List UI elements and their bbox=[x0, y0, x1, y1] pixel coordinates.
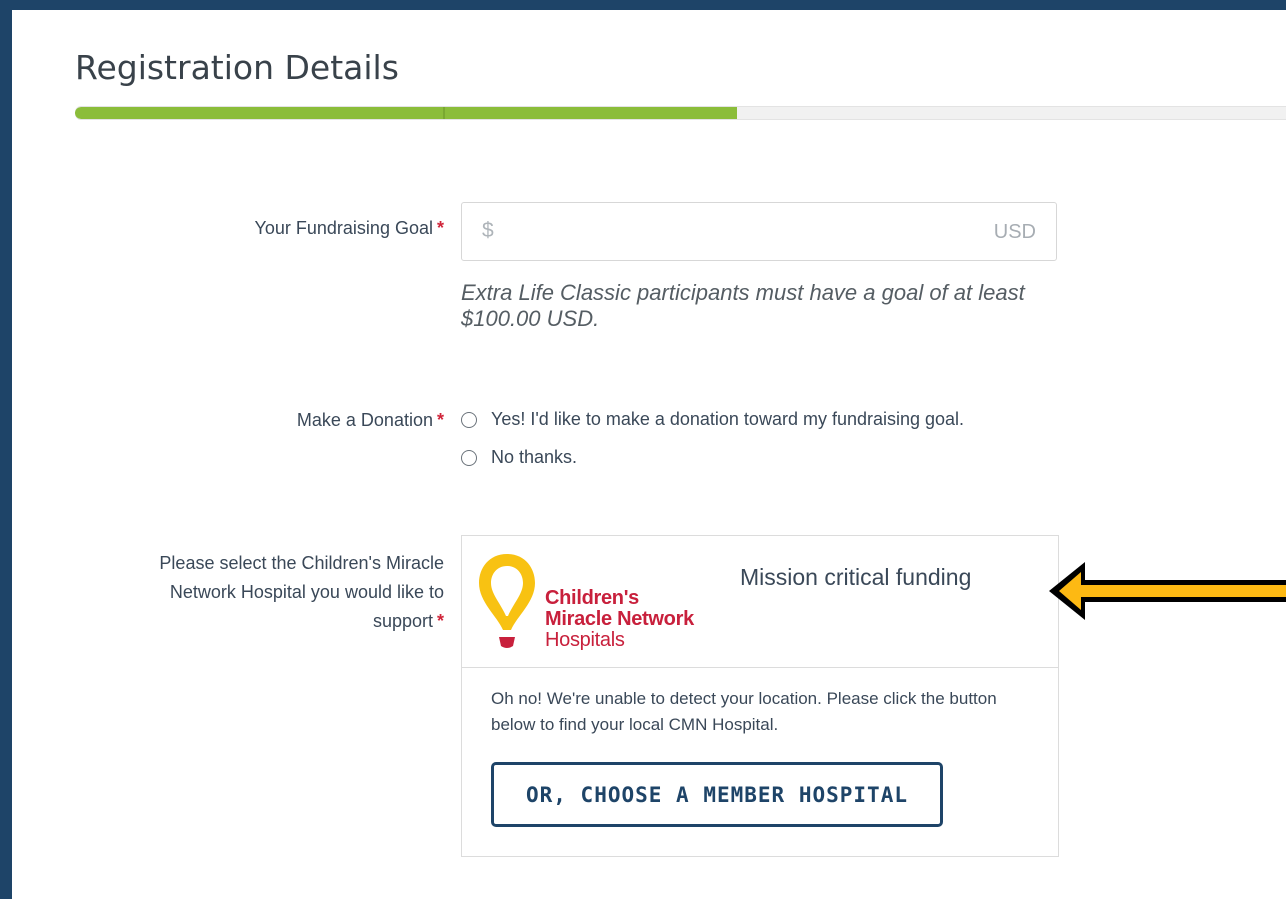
logo-line3: Hospitals bbox=[545, 629, 625, 651]
fundraising-goal-label: Your Fundraising Goal * bbox=[255, 214, 444, 243]
donation-option-no-label: No thanks. bbox=[491, 447, 578, 467]
progress-bar-fill bbox=[75, 107, 738, 119]
balloon-icon bbox=[479, 554, 535, 648]
hospital-label-line2: Network Hospital you would like to bbox=[169, 582, 444, 602]
fundraising-goal-field[interactable]: $ USD bbox=[461, 202, 1057, 262]
logo-line2: Miracle Network bbox=[545, 608, 694, 630]
fundraising-goal-label-text: Your Fundraising Goal bbox=[254, 218, 433, 238]
radio-no[interactable] bbox=[461, 449, 477, 466]
registration-panel: Registration Details Your Fundraising Go… bbox=[12, 10, 1286, 899]
donation-option-yes[interactable]: Yes! I'd like to make a donation toward … bbox=[461, 409, 964, 430]
hospital-card-header: Children's Miracle Network Hospitals Mis… bbox=[462, 536, 1058, 668]
required-mark: * bbox=[436, 410, 444, 430]
location-error-message: Oh no! We're unable to detect your locat… bbox=[491, 689, 997, 734]
progress-step-divider bbox=[443, 107, 445, 119]
cmn-hospitals-logo: Children's Miracle Network Hospitals bbox=[475, 550, 715, 654]
donation-label: Make a Donation * bbox=[297, 406, 444, 435]
choose-member-hospital-button[interactable]: OR, CHOOSE A MEMBER HOSPITAL bbox=[491, 762, 943, 827]
fundraising-goal-input[interactable] bbox=[510, 203, 984, 262]
required-mark: * bbox=[436, 218, 444, 238]
progress-bar bbox=[75, 106, 1286, 120]
logo-line1: Children's bbox=[545, 587, 639, 609]
hospital-label-line1: Please select the Children's Miracle bbox=[159, 553, 444, 573]
currency-symbol: $ bbox=[482, 219, 494, 242]
donation-option-no[interactable]: No thanks. bbox=[461, 447, 577, 468]
required-mark: * bbox=[436, 611, 444, 631]
donation-label-text: Make a Donation bbox=[296, 410, 433, 430]
hospital-card-title: Mission critical funding bbox=[740, 564, 972, 590]
logo-text: Children's Miracle Network Hospitals bbox=[545, 588, 694, 651]
donation-option-yes-label: Yes! I'd like to make a donation toward … bbox=[491, 409, 965, 429]
page-title: Registration Details bbox=[75, 48, 399, 87]
left-arrow-icon bbox=[1049, 562, 1286, 620]
hospital-label-line3: support bbox=[372, 611, 433, 631]
currency-code: USD bbox=[993, 221, 1036, 243]
hospital-label: Please select the Children's Miracle Net… bbox=[159, 549, 444, 636]
radio-yes[interactable] bbox=[461, 411, 477, 428]
fundraising-goal-help: Extra Life Classic participants must hav… bbox=[461, 280, 1025, 331]
hospital-card: Children's Miracle Network Hospitals Mis… bbox=[461, 535, 1059, 857]
